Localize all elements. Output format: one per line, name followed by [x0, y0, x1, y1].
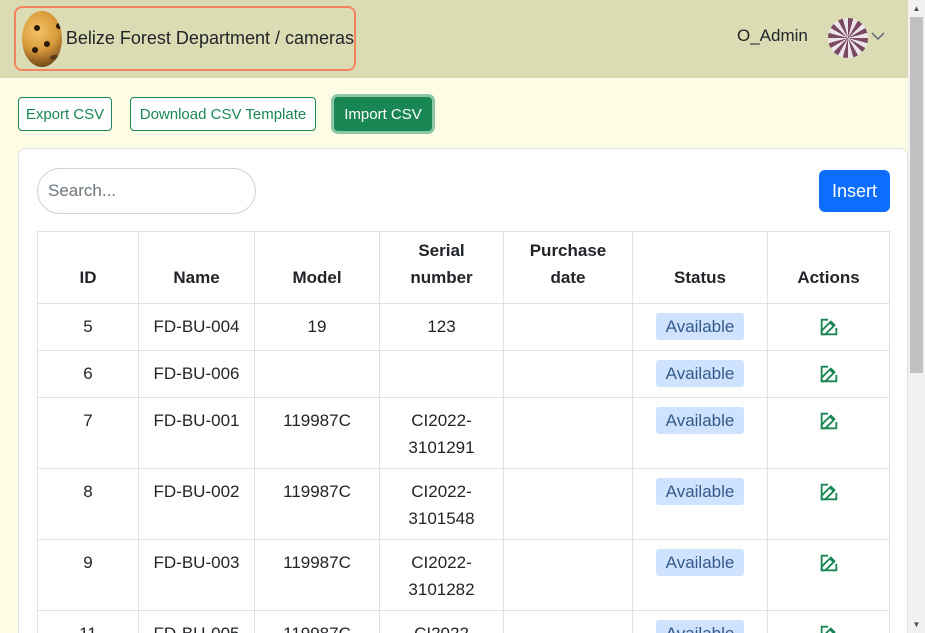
- cell-id: 6: [37, 350, 139, 398]
- cell-status: Available: [632, 539, 768, 611]
- edit-icon[interactable]: [818, 623, 840, 633]
- cell-id: 7: [37, 397, 139, 469]
- status-badge: Available: [655, 407, 745, 434]
- cell-status: Available: [632, 610, 768, 633]
- cell-name: FD-BU-006: [138, 350, 255, 398]
- column-header-id[interactable]: ID: [37, 231, 139, 304]
- cell-model: 119987C: [254, 468, 380, 540]
- edit-icon[interactable]: [818, 410, 840, 432]
- vertical-scrollbar[interactable]: ▲ ▼: [908, 0, 925, 633]
- table-header-row: ID Name Model Serial number Purchase dat…: [37, 231, 890, 304]
- cell-purchase-date: [503, 350, 633, 398]
- cell-name: FD-BU-003: [138, 539, 255, 611]
- cell-model: 119987C: [254, 397, 380, 469]
- cell-serial-number: CI2022-3101282: [379, 539, 504, 611]
- export-csv-button[interactable]: Export CSV: [18, 97, 112, 131]
- cell-status: Available: [632, 397, 768, 469]
- cell-name: FD-BU-005: [138, 610, 255, 633]
- user-avatar-icon[interactable]: [828, 18, 868, 58]
- edit-icon[interactable]: [818, 316, 840, 338]
- status-badge: Available: [655, 620, 745, 633]
- table-row: 5 FD-BU-004 19 123 Available: [37, 303, 890, 351]
- cell-purchase-date: [503, 468, 633, 540]
- cell-actions: [767, 610, 890, 633]
- brand-link[interactable]: Belize Forest Department / cameras: [14, 6, 356, 71]
- cell-status: Available: [632, 303, 768, 351]
- scroll-down-arrow-icon[interactable]: ▼: [912, 620, 921, 629]
- column-header-purchase-date[interactable]: Purchase date: [503, 231, 633, 304]
- cell-id: 9: [37, 539, 139, 611]
- cell-model: 119987C: [254, 610, 380, 633]
- status-badge: Available: [655, 360, 745, 387]
- status-badge: Available: [655, 549, 745, 576]
- edit-icon[interactable]: [818, 363, 840, 385]
- top-header: Belize Forest Department / cameras O_Adm…: [0, 0, 908, 78]
- column-header-status[interactable]: Status: [632, 231, 768, 304]
- cell-status: Available: [632, 350, 768, 398]
- column-header-serial-number[interactable]: Serial number: [379, 231, 504, 304]
- table-row: 8 FD-BU-002 119987C CI2022-3101548 Available: [37, 468, 890, 540]
- import-csv-button[interactable]: Import CSV: [334, 97, 432, 131]
- insert-button[interactable]: Insert: [819, 170, 890, 212]
- cell-serial-number: [379, 350, 504, 398]
- username-label: O_Admin: [737, 26, 808, 45]
- table-row: 6 FD-BU-006 Available: [37, 350, 890, 398]
- cell-model: 19: [254, 303, 380, 351]
- cell-actions: [767, 539, 890, 611]
- cameras-card: Insert ID Name Model Serial number Purch…: [18, 148, 908, 633]
- brand-title: Belize Forest Department / cameras: [65, 28, 354, 48]
- cell-model: [254, 350, 380, 398]
- search-input[interactable]: [37, 168, 256, 214]
- cell-name: FD-BU-001: [138, 397, 255, 469]
- cell-purchase-date: [503, 610, 633, 633]
- edit-icon[interactable]: [818, 552, 840, 574]
- status-badge: Available: [655, 313, 745, 340]
- table-row: 9 FD-BU-003 119987C CI2022-3101282 Available: [37, 539, 890, 611]
- cell-actions: [767, 303, 890, 351]
- cell-id: 8: [37, 468, 139, 540]
- cell-serial-number: CI2022: [379, 610, 504, 633]
- cell-actions: [767, 468, 890, 540]
- cameras-table: ID Name Model Serial number Purchase dat…: [37, 231, 890, 633]
- chevron-down-icon[interactable]: [870, 30, 886, 42]
- table-row: 11FD-BU-005119987CCI2022 Available: [37, 610, 890, 633]
- cell-id: 5: [37, 303, 139, 351]
- cell-purchase-date: [503, 539, 633, 611]
- cell-purchase-date: [503, 303, 633, 351]
- column-header-model[interactable]: Model: [254, 231, 380, 304]
- scroll-up-arrow-icon[interactable]: ▲: [912, 4, 921, 13]
- column-header-name[interactable]: Name: [138, 231, 255, 304]
- cell-model: 119987C: [254, 539, 380, 611]
- status-badge: Available: [655, 478, 745, 505]
- cell-status: Available: [632, 468, 768, 540]
- cell-actions: [767, 350, 890, 398]
- download-template-button[interactable]: Download CSV Template: [130, 97, 316, 131]
- cell-name: FD-BU-002: [138, 468, 255, 540]
- scrollbar-thumb[interactable]: [910, 17, 923, 373]
- column-header-actions: Actions: [767, 231, 890, 304]
- edit-icon[interactable]: [818, 481, 840, 503]
- cell-id: 11: [37, 610, 139, 633]
- cell-serial-number: CI2022-3101548: [379, 468, 504, 540]
- cell-serial-number: CI2022-3101291: [379, 397, 504, 469]
- cell-name: FD-BU-004: [138, 303, 255, 351]
- cell-serial-number: 123: [379, 303, 504, 351]
- cell-purchase-date: [503, 397, 633, 469]
- table-row: 7 FD-BU-001 119987C CI2022-3101291 Available: [37, 397, 890, 469]
- jaguar-logo-icon: [22, 10, 62, 67]
- cell-actions: [767, 397, 890, 469]
